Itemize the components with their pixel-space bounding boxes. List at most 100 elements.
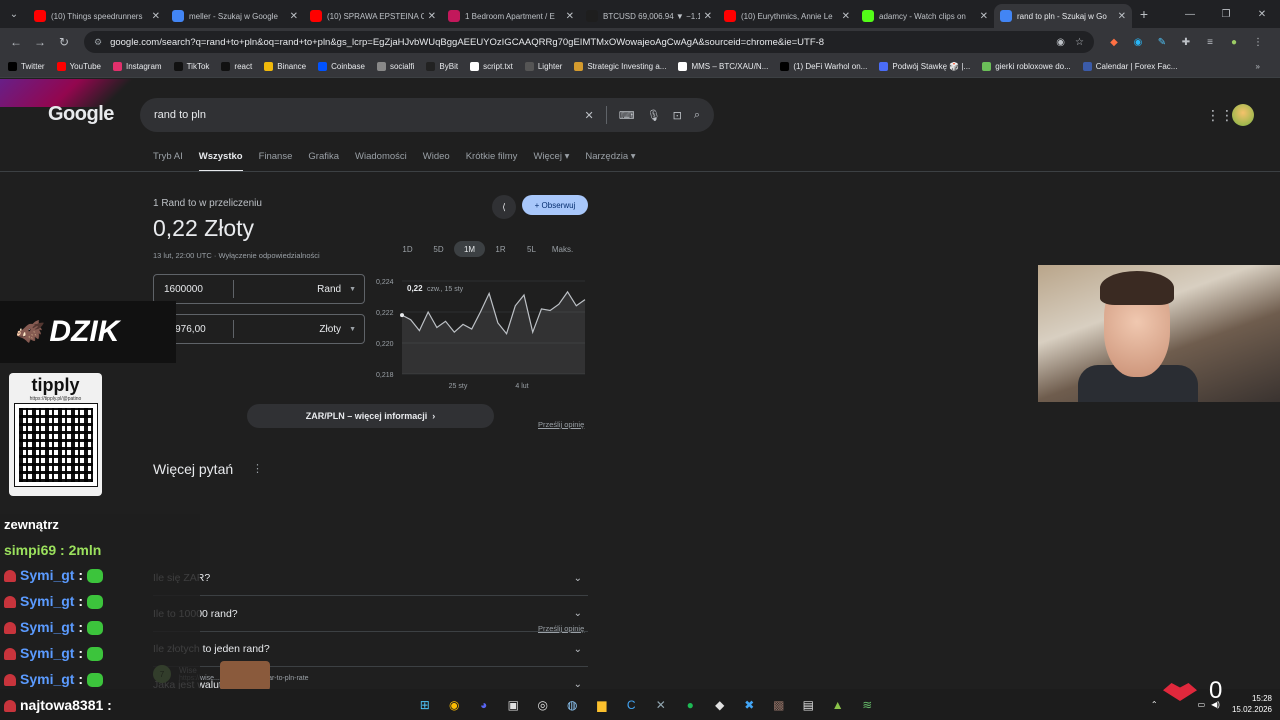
nav-tab[interactable]: Narzędzia ▾ — [585, 151, 635, 172]
back-icon[interactable]: ← — [4, 35, 28, 49]
from-amount-input[interactable]: 1600000 — [154, 280, 234, 298]
extension-blue-icon[interactable]: ◉ — [1126, 37, 1150, 48]
bookmark-item[interactable]: script.txt — [470, 62, 513, 71]
nav-tab[interactable]: Wideo — [423, 151, 450, 172]
bookmark-item[interactable]: (1) DeFi Warhol on... — [780, 62, 867, 71]
bookmarks-more-icon[interactable]: » — [1256, 62, 1260, 71]
bookmark-item[interactable]: gierki robloxowe do... — [982, 62, 1071, 71]
bookmark-item[interactable]: react — [221, 62, 252, 71]
tab-1[interactable]: meller - Szukaj w Google ✕ — [166, 4, 304, 28]
discord-icon[interactable]: ◕ — [469, 695, 499, 715]
chevron-down-icon[interactable]: ⌄ — [574, 644, 582, 655]
to-currency-select[interactable]: Złoty — [234, 324, 349, 335]
tab-3[interactable]: 1 Bedroom Apartment / E ✕ — [442, 4, 580, 28]
from-currency-field[interactable]: 1600000 Rand ▼ — [153, 274, 365, 304]
obs-icon[interactable]: ◎ — [528, 695, 558, 715]
tool-icon[interactable]: ✕ — [646, 695, 676, 715]
bookmark-item[interactable]: socialfi — [376, 62, 414, 71]
tab-close-icon[interactable]: ✕ — [152, 11, 160, 22]
address-url[interactable]: google.com/search?q=rand+to+pln&oq=rand+… — [110, 37, 1046, 48]
range-tab[interactable]: 1M — [454, 241, 485, 257]
to-currency-field[interactable]: 35976,00 Złoty ▼ — [153, 314, 365, 344]
site-info-icon[interactable]: ⚙ — [94, 37, 102, 48]
tab-close-icon[interactable]: ✕ — [428, 11, 436, 22]
bookmark-item[interactable]: Calendar | Forex Fac... — [1082, 62, 1177, 71]
tab-close-icon[interactable]: ✕ — [1118, 11, 1126, 22]
tab-2[interactable]: (10) SPRAWA EPSTEINA C ✕ — [304, 4, 442, 28]
range-tab[interactable]: 5L — [516, 241, 547, 257]
tab-close-icon[interactable]: ✕ — [842, 11, 850, 22]
windows-start-icon[interactable]: ⊞ — [410, 695, 440, 715]
chevron-down-icon[interactable]: ▼ — [349, 326, 364, 333]
lens-icon[interactable]: ⊡ — [673, 109, 682, 122]
clock[interactable]: 15:28 15.02.2026 — [1232, 693, 1272, 715]
follow-button[interactable]: + Obserwuj — [522, 195, 588, 215]
bookmark-item[interactable]: Strategic Investing a... — [574, 62, 666, 71]
location-icon[interactable]: ◉ — [1056, 37, 1065, 48]
nav-tab[interactable]: Wiadomości — [355, 151, 407, 172]
keyboard-icon[interactable]: ⌨ — [619, 109, 635, 122]
bookmark-item[interactable]: Lighter — [524, 62, 562, 71]
search-box[interactable]: rand to pln ✕ ⌨ 🎙 ⊡ ⌕ — [140, 98, 714, 132]
bookmark-item[interactable]: Binance — [264, 62, 306, 71]
share-icon[interactable]: ⟨ — [492, 195, 516, 219]
more-options-icon[interactable]: ⋮ — [252, 462, 263, 475]
reload-icon[interactable]: ↻ — [52, 35, 76, 49]
chrome-icon[interactable]: ◉ — [440, 695, 470, 715]
extension-tool-icon[interactable]: ✎ — [1150, 37, 1174, 48]
game-icon[interactable]: ◆ — [705, 695, 735, 715]
faq-feedback-link[interactable]: Prześlij opinię — [538, 624, 584, 633]
tab-4[interactable]: BTCUSD 69,006.94 ▼ −1.1 ✕ — [580, 4, 718, 28]
extensions-puzzle-icon[interactable]: ✚ — [1174, 37, 1198, 48]
bookmark-item[interactable]: MMS – BTC/XAU/N... — [678, 62, 768, 71]
bookmark-item[interactable]: TikTok — [173, 62, 209, 71]
tab-close-icon[interactable]: ✕ — [980, 11, 988, 22]
chevron-down-icon[interactable]: ⌄ — [574, 608, 582, 619]
profile-icon[interactable]: ● — [1222, 37, 1246, 48]
range-tab[interactable]: Maks. — [547, 241, 578, 257]
clear-icon[interactable]: ✕ — [585, 109, 594, 122]
steam-icon[interactable]: ◍ — [558, 695, 588, 715]
bookmark-item[interactable]: ByBit — [426, 62, 458, 71]
tab-close-icon[interactable]: ✕ — [566, 11, 574, 22]
chevron-down-icon[interactable]: ⌄ — [574, 573, 582, 584]
faq-item[interactable]: Ile złotych to jeden rand? ⌄ — [153, 632, 588, 667]
android-icon[interactable]: ▲ — [823, 695, 853, 715]
feedback-link[interactable]: Prześlij opinię — [538, 420, 584, 429]
extension-fox-icon[interactable]: ◆ — [1102, 37, 1126, 48]
bookmark-item[interactable]: Instagram — [113, 62, 162, 71]
minecraft-icon[interactable]: ▩ — [764, 695, 794, 715]
tab-close-icon[interactable]: ✕ — [290, 11, 298, 22]
nav-tab[interactable]: Grafika — [308, 151, 339, 172]
bookmark-item[interactable]: YouTube — [56, 62, 101, 71]
faq-item[interactable]: Ile to 10000 rand?⌄ — [153, 597, 588, 632]
browser-menu-icon[interactable]: ⋮ — [1246, 37, 1270, 48]
search-icon[interactable]: ⌕ — [694, 109, 700, 122]
exchange-rate-chart[interactable]: 0,224 0,222 0,220 0,218 0,22 czw., 15 sty 25 s… — [370, 273, 590, 393]
network-icon[interactable]: ▭ — [1198, 700, 1206, 709]
x-app-icon[interactable]: ✖ — [735, 695, 765, 715]
app-icon[interactable]: ▣ — [499, 695, 529, 715]
tab-close-icon[interactable]: ✕ — [704, 11, 712, 22]
bookmark-item[interactable]: Twitter — [8, 62, 45, 71]
maximize-icon[interactable]: ❐ — [1208, 0, 1244, 28]
range-tab[interactable]: 1D — [392, 241, 423, 257]
nav-tab[interactable]: Finanse — [259, 151, 293, 172]
nav-tab[interactable]: Wszystko — [198, 151, 243, 172]
address-bar[interactable]: ⚙ google.com/search?q=rand+to+pln&oq=ran… — [84, 31, 1094, 53]
tab-5[interactable]: (10) Eurythmics, Annie Le ✕ — [718, 4, 856, 28]
bookmark-item[interactable]: Coinbase — [318, 62, 365, 71]
bookmark-star-icon[interactable]: ☆ — [1075, 37, 1084, 48]
minimize-icon[interactable]: — — [1172, 0, 1208, 28]
tab-0[interactable]: (10) Things speedrunners ✕ — [28, 4, 166, 28]
close-window-icon[interactable]: ✕ — [1244, 0, 1280, 28]
stack-icon[interactable]: ≋ — [853, 695, 883, 715]
microphone-icon[interactable]: 🎙 — [647, 109, 661, 122]
tab-7[interactable]: rand to pln - Szukaj w Go ✕ — [994, 4, 1132, 28]
account-avatar[interactable] — [1232, 104, 1254, 126]
nav-tab[interactable]: Tryb AI — [153, 151, 183, 172]
more-info-button[interactable]: ZAR/PLN – więcej informacji › — [247, 404, 494, 428]
range-tab[interactable]: 5D — [423, 241, 454, 257]
range-tab[interactable]: 1R — [485, 241, 516, 257]
faq-item[interactable]: Ile się ZAR?⌄ — [153, 561, 588, 596]
